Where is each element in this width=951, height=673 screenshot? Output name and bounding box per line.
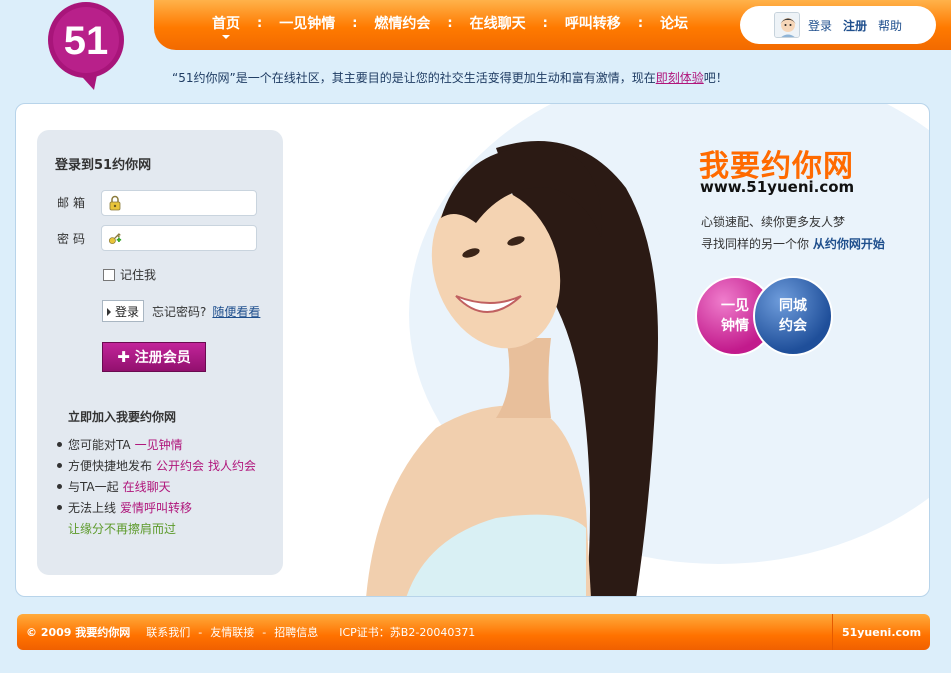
feature-link-love[interactable]: 一见钟情 [135,436,183,453]
footer: © 2009 我要约你网 联系我们 - 友情联接 - 招聘信息 ICP证书：苏B… [17,614,930,650]
login-panel: 登录到51约你网 邮箱 密码 记住我 登录 忘记密码? 随便看看 ✚ 注册会员 [37,130,283,575]
bullet-icon [57,484,62,489]
feature-text: 方便快捷地发布 [68,459,153,473]
login-title: 登录到51约你网 [55,158,152,173]
email-field[interactable] [101,190,257,216]
remember-me[interactable]: 记住我 [103,266,156,283]
nav-separator: : [542,15,548,31]
remember-checkbox[interactable] [103,268,115,281]
slogan-line-1: 心锁速配、续你更多友人梦 [701,215,846,229]
bubble-line: 钟情 [721,318,749,334]
login-button[interactable]: 登录 [102,300,145,322]
remember-label: 记住我 [120,268,157,282]
nav-separator: : [352,15,358,31]
nav-item-chat[interactable]: 在线聊天 [470,13,526,33]
footer-link-friends[interactable]: 友情联接 [210,624,254,640]
user-menu: 登录 注册 帮助 [740,6,936,44]
forgot-password-link[interactable]: 忘记密码? [152,303,206,320]
footer-separator: - [198,625,203,639]
feature-link-public-date[interactable]: 公开约会 [156,457,204,474]
feature-text: 无法上线 [68,501,117,515]
bullet-icon [57,463,62,468]
main-panel: 登录到51约你网 邮箱 密码 记住我 登录 忘记密码? 随便看看 ✚ 注册会员 [15,103,930,597]
nav-item-dating[interactable]: 燃情约会 [374,13,430,33]
feature-link-call-forward[interactable]: 爱情呼叫转移 [120,499,192,516]
browse-link[interactable]: 随便看看 [212,303,260,320]
nav-item-call-forward[interactable]: 呼叫转移 [565,13,621,33]
list-item: 您可能对TA 一见钟情 [57,434,256,455]
footer-link-jobs[interactable]: 招聘信息 [274,624,318,640]
register-button-label: 注册会员 [134,350,191,366]
password-label: 密码 [57,232,90,246]
feature-text: 您可能对TA [68,438,131,452]
feature-text: 与TA一起 [68,480,119,494]
try-now-link[interactable]: 即刻体验 [656,71,704,85]
bullet-icon [57,505,62,510]
feature-link-find-date[interactable]: 找人约会 [208,457,256,474]
footer-separator: - [262,625,267,639]
avatar-icon[interactable] [774,12,800,38]
site-tagline: “51约你网”是一个在线社区，其主要目的是让您的社交生活变得更加生动和富有激情，… [172,69,728,86]
footer-link-contact[interactable]: 联系我们 [146,624,190,640]
feature-footer: 让缘分不再擦肩而过 [68,522,177,536]
bubble-line: 约会 [779,318,807,334]
main-nav: 首页 : 一见钟情 : 燃情约会 : 在线聊天 : 呼叫转移 : 论坛 [212,12,688,39]
join-title: 立即加入我要约你网 [68,410,177,424]
list-item: 方便快捷地发布 公开约会 找人约会 [57,455,256,476]
slogan-line-2: 寻找同样的另一个你 从约你网开始 [701,235,885,252]
footer-site-link[interactable]: 51yueni.com [832,614,930,650]
feature-link-chat[interactable]: 在线聊天 [123,478,171,495]
nav-item-love-at-first-sight[interactable]: 一见钟情 [279,13,335,33]
list-item: 无法上线 爱情呼叫转移 [57,497,256,518]
nav-separator: : [447,15,453,31]
help-link[interactable]: 帮助 [878,17,902,34]
lock-icon [109,195,121,211]
key-icon [108,233,122,245]
logo-text: 51 [64,19,109,63]
bubble-line: 同城 [779,298,807,314]
slogan-line-2-prefix: 寻找同样的另一个你 [701,237,810,251]
register-button[interactable]: ✚ 注册会员 [102,342,206,372]
brand-url: www.51yueni.com [700,178,855,196]
hero-photo [366,141,658,596]
login-actions: 登录 忘记密码? 随便看看 [102,300,260,322]
tagline-text: “51约你网”是一个在线社区，其主要目的是让您的社交生活变得更加生动和富有激情，… [172,71,656,85]
nav-separator: : [257,15,263,31]
bullet-icon [57,442,62,447]
nav-separator: : [637,15,644,31]
local-dating-bubble[interactable]: 同城 约会 [753,276,833,356]
plus-icon: ✚ [117,348,130,366]
tagline-suffix: 吧！ [703,71,728,85]
feature-list: 您可能对TA 一见钟情 方便快捷地发布 公开约会 找人约会 与TA一起 在线聊天… [57,434,256,539]
nav-item-forum[interactable]: 论坛 [660,13,688,33]
nav-item-home[interactable]: 首页 [212,13,240,39]
login-link[interactable]: 登录 [808,17,832,34]
list-item: 与TA一起 在线聊天 [57,476,256,497]
password-field[interactable] [101,225,257,251]
register-link[interactable]: 注册 [843,17,867,34]
email-label: 邮箱 [57,196,90,210]
copyright: © 2009 我要约你网 [26,626,131,639]
bubble-line: 一见 [721,298,749,314]
icp-license: ICP证书：苏B2-20040371 [339,626,476,639]
site-logo[interactable]: 51 [46,2,128,90]
slogan-line-2-link[interactable]: 从约你网开始 [813,237,885,251]
